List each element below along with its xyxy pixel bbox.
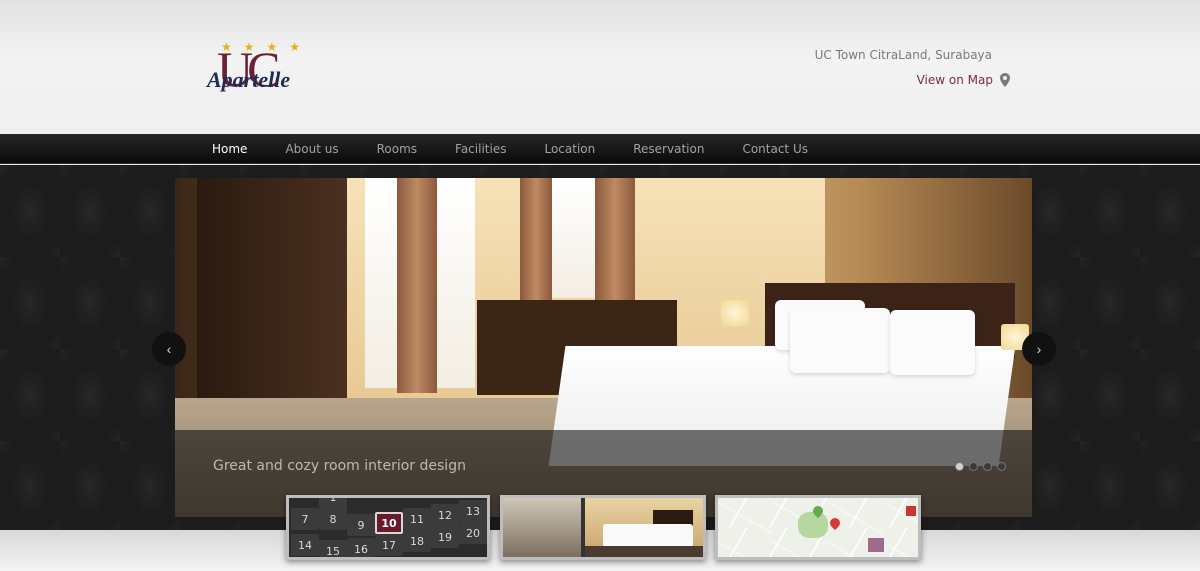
- thumb-room-bed: [603, 524, 693, 548]
- calendar-day: 1: [319, 498, 347, 508]
- calendar-day: 19: [431, 526, 459, 548]
- thumbnail-calendar[interactable]: 1 7 8 9 10 11 12 13 14 15 16 17 18 19 20: [286, 495, 490, 560]
- slide-curtain: [397, 178, 437, 393]
- calendar-day: 10: [375, 512, 403, 534]
- nav-item-location[interactable]: Location: [544, 142, 595, 156]
- hero-slide[interactable]: Great and cozy room interior design: [175, 178, 1032, 517]
- nav-item-about-us[interactable]: About us: [285, 142, 338, 156]
- logo-name: Apartelle: [207, 67, 291, 92]
- chevron-left-icon: ‹: [166, 341, 172, 357]
- calendar-day: 14: [291, 534, 319, 556]
- slide-lamp: [721, 300, 749, 326]
- calendar-day: 18: [403, 530, 431, 552]
- slide-dot[interactable]: [955, 462, 964, 471]
- nav-item-contact-us[interactable]: Contact Us: [742, 142, 808, 156]
- calendar-day: 17: [375, 534, 403, 556]
- view-on-map-label: View on Map: [916, 73, 993, 87]
- calendar-preview: 1 7 8 9 10 11 12 13 14 15 16 17 18 19 20: [289, 498, 487, 557]
- nav-item-rooms[interactable]: Rooms: [377, 142, 417, 156]
- thumb-room-floor: [585, 546, 703, 557]
- nav-item-home[interactable]: Home: [212, 142, 247, 156]
- thumb-map-photo: [868, 538, 884, 552]
- calendar-day: 20: [459, 522, 487, 544]
- slide-curtain: [520, 178, 552, 306]
- thumb-map-area: [798, 512, 828, 538]
- slide-pagination: [955, 462, 1006, 471]
- main-nav: Home About us Rooms Facilities Location Reser…: [0, 134, 1200, 164]
- slide-pillow: [890, 310, 975, 375]
- hotel-address: UC Town CitraLand, Surabaya: [814, 48, 992, 62]
- calendar-day: 15: [319, 540, 347, 557]
- thumbnail-map[interactable]: [715, 495, 921, 560]
- calendar-day: 9: [347, 514, 375, 536]
- calendar-day: 16: [347, 538, 375, 557]
- thumbnail-room[interactable]: [500, 495, 706, 560]
- slide-dot[interactable]: [983, 462, 992, 471]
- map-pin-icon: [1000, 73, 1010, 87]
- site-logo[interactable]: ★★★★ UC Apartelle: [205, 40, 325, 102]
- slide-caption: Great and cozy room interior design: [213, 458, 466, 474]
- nav-item-reservation[interactable]: Reservation: [633, 142, 704, 156]
- calendar-day: 7: [291, 508, 319, 530]
- chevron-right-icon: ›: [1036, 341, 1042, 357]
- site-header: ★★★★ UC Apartelle UC Town CitraLand, Sur…: [0, 0, 1200, 134]
- thumb-map-control: [906, 506, 916, 516]
- calendar-day: 8: [319, 508, 347, 530]
- slide-pillow: [790, 308, 890, 373]
- thumb-room-left: [503, 498, 581, 557]
- slider-next-button[interactable]: ›: [1022, 332, 1056, 366]
- nav-item-facilities[interactable]: Facilities: [455, 142, 506, 156]
- slide-dot[interactable]: [969, 462, 978, 471]
- slide-curtain: [595, 178, 635, 306]
- calendar-day: 11: [403, 508, 431, 530]
- view-on-map-link[interactable]: View on Map: [917, 72, 1010, 88]
- calendar-day: 12: [431, 504, 459, 526]
- slider-prev-button[interactable]: ‹: [152, 332, 186, 366]
- calendar-day: 13: [459, 500, 487, 522]
- slide-dot[interactable]: [997, 462, 1006, 471]
